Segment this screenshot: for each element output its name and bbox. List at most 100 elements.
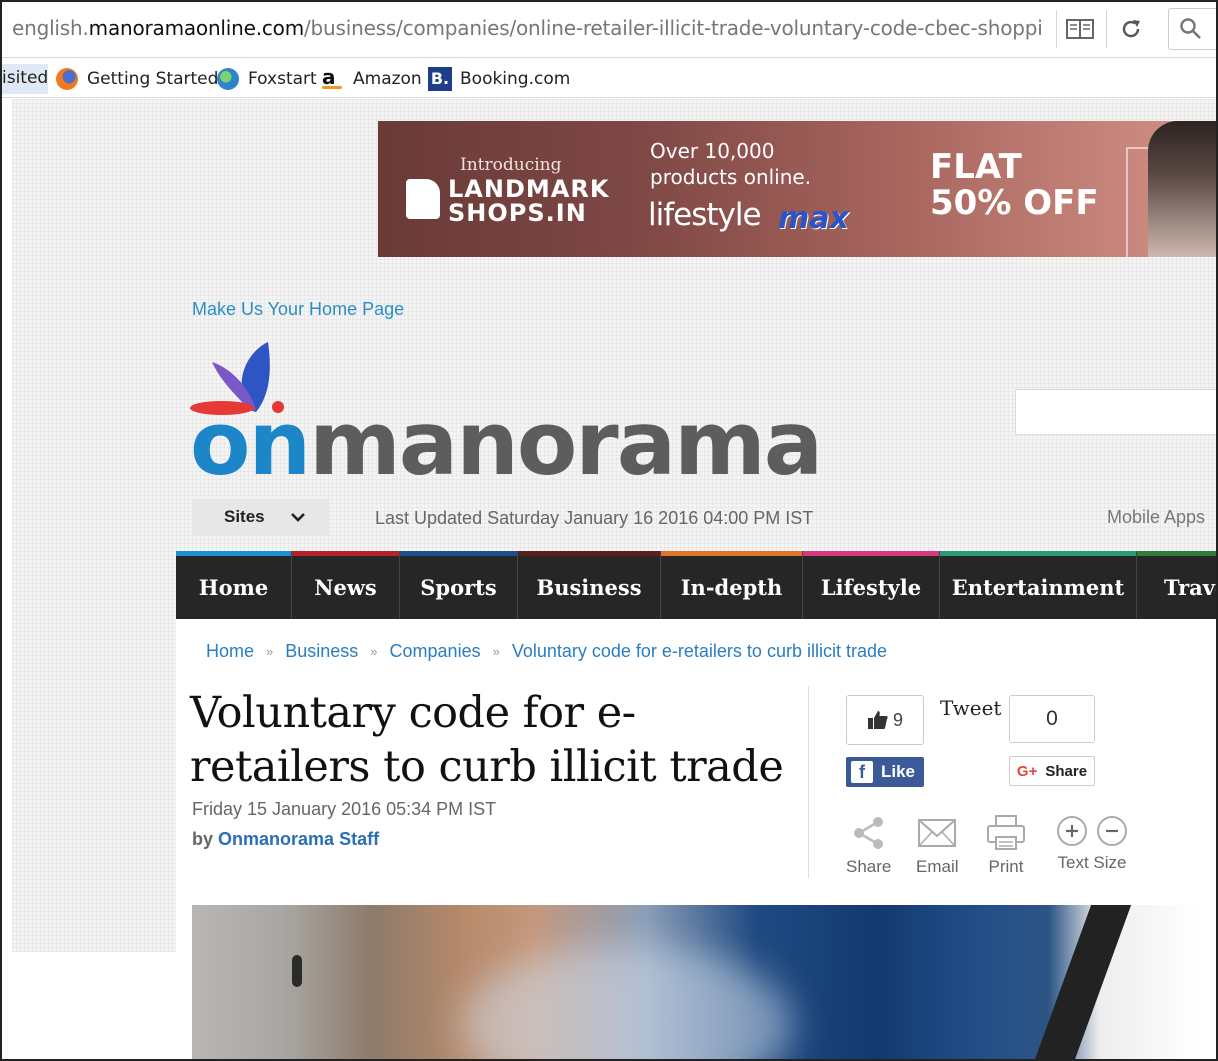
chevron-down-icon	[290, 505, 306, 530]
print-icon	[987, 815, 1025, 850]
bookmark-amazon[interactable]: a Amazon	[322, 66, 422, 92]
nav-lifestyle[interactable]: Lifestyle	[803, 551, 940, 619]
bookmark-label: Amazon	[353, 69, 422, 89]
bookmark-visited-label: isited	[2, 68, 48, 88]
email-tool-label: Email	[916, 857, 959, 876]
text-size-label: Text Size	[1057, 853, 1127, 872]
share-icon	[853, 817, 883, 849]
firefox-icon	[56, 68, 78, 90]
search-box[interactable]	[1168, 8, 1216, 50]
landmark-logo-icon	[406, 179, 440, 219]
url-bar[interactable]: english.manoramaonline.com/business/comp…	[2, 2, 1216, 58]
ad-max-logo: max	[778, 201, 849, 236]
email-icon	[918, 819, 957, 847]
share-tool-button[interactable]: Share	[846, 815, 891, 877]
decrease-text-size-icon[interactable]	[1096, 815, 1128, 847]
breadcrumb: Home » Business » Companies » Voluntary …	[206, 641, 887, 662]
gplus-share-label: Share	[1045, 762, 1088, 780]
text-size-tool: Text Size	[1056, 815, 1128, 873]
site-search-input[interactable]	[1015, 389, 1216, 435]
reload-button[interactable]	[1106, 10, 1152, 48]
nav-color-bar	[661, 551, 802, 556]
article-title: Voluntary code for e-retailers to curb i…	[190, 688, 784, 792]
ad-landmark-line2: SHOPS.IN	[448, 199, 587, 227]
browser-window: english.manoramaonline.com/business/comp…	[0, 0, 1218, 1061]
nav-color-bar	[940, 551, 1136, 556]
nav-home[interactable]: Home	[176, 551, 292, 619]
booking-icon: B.	[428, 67, 452, 91]
url-text[interactable]: english.manoramaonline.com/business/comp…	[12, 16, 1042, 40]
sites-label: Sites	[224, 507, 265, 526]
photo-blur-detail	[462, 945, 792, 1059]
facebook-like-count: 9	[846, 695, 924, 745]
nav-business[interactable]: Business	[518, 551, 661, 619]
url-path: /business/companies/online-retailer-illi…	[304, 16, 1042, 40]
breadcrumb-separator-icon: »	[492, 644, 500, 659]
nav-sports[interactable]: Sports	[400, 551, 518, 619]
nav-label: Entertainment	[951, 574, 1125, 600]
last-updated-text: Last Updated Saturday January 16 2016 04…	[375, 508, 814, 528]
nav-label: News	[314, 574, 377, 600]
google-plus-share-button[interactable]: G+ Share	[1009, 756, 1095, 786]
advertisement-banner[interactable]: Introducing LANDMARK SHOPS.IN Over 10,000…	[378, 121, 1216, 257]
article-image	[192, 905, 1200, 1059]
print-tool-button[interactable]: Print	[986, 815, 1026, 877]
search-icon	[1180, 18, 1201, 39]
bookmark-label: Booking.com	[460, 69, 571, 89]
nav-label: Lifestyle	[820, 574, 922, 600]
site-logo[interactable]: onmanorama	[190, 340, 823, 500]
vertical-divider	[808, 686, 809, 878]
text-size-controls	[1056, 815, 1128, 847]
facebook-like-button[interactable]: f Like	[846, 757, 924, 787]
tweet-button[interactable]: Tweet	[940, 696, 1001, 720]
main-navigation: Home News Sports Business In-depth Lifes…	[176, 551, 1216, 619]
photo-edge-detail	[1025, 905, 1139, 1059]
url-domain: manoramaonline.com	[88, 16, 305, 40]
ad-model-image	[1148, 121, 1216, 257]
breadcrumb-current[interactable]: Voluntary code for e-retailers to curb i…	[512, 641, 887, 662]
bookmark-getting-started[interactable]: Getting Started	[56, 66, 218, 92]
nav-label: Sports	[420, 574, 497, 600]
breadcrumb-separator-icon: »	[370, 644, 378, 659]
ad-offer-text: FLAT 50% OFF	[930, 149, 1099, 221]
reload-icon	[1122, 20, 1140, 38]
email-tool-button[interactable]: Email	[916, 815, 959, 877]
bookmark-most-visited[interactable]: isited	[2, 64, 48, 94]
ad-landmark-text: LANDMARK SHOPS.IN	[448, 177, 609, 225]
ad-intro-text: Introducing	[460, 155, 562, 175]
nav-in-depth[interactable]: In-depth	[661, 551, 803, 619]
facebook-like-label: Like	[881, 762, 916, 781]
share-tool-label: Share	[846, 857, 892, 876]
tweet-count: 0	[1009, 695, 1095, 743]
bookmark-label: Getting Started	[87, 69, 219, 89]
like-count-value: 9	[892, 709, 903, 730]
nav-color-bar	[518, 551, 660, 556]
breadcrumb-business[interactable]: Business	[285, 641, 358, 662]
breadcrumb-home[interactable]: Home	[206, 641, 254, 662]
bookmark-foxstart[interactable]: Foxstart	[217, 66, 317, 92]
nav-travel[interactable]: Travel	[1137, 551, 1216, 619]
reader-view-button[interactable]	[1056, 10, 1102, 48]
google-plus-icon: G+	[1016, 762, 1038, 780]
logo-on: on	[190, 392, 311, 495]
nav-news[interactable]: News	[292, 551, 400, 619]
article-date: Friday 15 January 2016 05:34 PM IST	[192, 799, 497, 819]
url-prefix: english.	[12, 16, 89, 40]
increase-text-size-icon[interactable]	[1056, 815, 1088, 847]
bookmark-booking[interactable]: B. Booking.com	[428, 66, 570, 92]
breadcrumb-companies[interactable]: Companies	[390, 641, 481, 662]
make-home-page-link[interactable]: Make Us Your Home Page	[192, 299, 404, 320]
nav-color-bar	[803, 551, 939, 556]
bookmark-label: Foxstart	[248, 69, 317, 89]
bookmarks-toolbar: isited Getting Started Foxstart a Amazon…	[2, 58, 1216, 98]
amazon-icon: a	[322, 67, 344, 90]
nav-label: Home	[198, 574, 269, 600]
reader-view-icon	[1066, 19, 1094, 39]
photo-dark-detail	[292, 955, 302, 987]
ad-flat-line1: FLAT	[930, 147, 1022, 187]
mobile-apps-link[interactable]: Mobile Apps	[1107, 507, 1205, 528]
sites-dropdown[interactable]: Sites	[192, 499, 330, 535]
author-link[interactable]: Onmanorama Staff	[218, 829, 379, 849]
nav-entertainment[interactable]: Entertainment	[940, 551, 1137, 619]
nav-color-bar	[1137, 551, 1216, 556]
